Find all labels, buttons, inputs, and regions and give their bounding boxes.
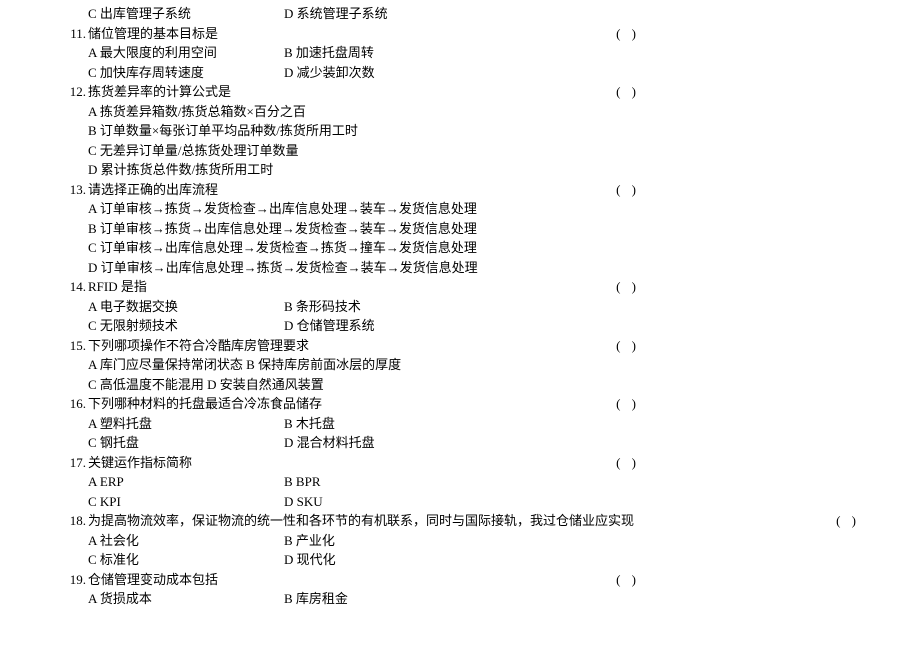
option-b: B BPR bbox=[284, 472, 321, 492]
question-17: 17. 关键运作指标简称 ( ) bbox=[60, 453, 640, 473]
option-row: A 最大限度的利用空间 B 加速托盘周转 bbox=[60, 43, 640, 63]
option-a: A 订单审核→拣货→发货检查→出库信息处理→装车→发货信息处理 bbox=[60, 199, 640, 219]
option-d: D 订单审核→出库信息处理→拣货→发货检查→装车→发货信息处理 bbox=[60, 258, 640, 278]
answer-blank: ( ) bbox=[616, 336, 640, 356]
answer-blank: ( ) bbox=[616, 180, 640, 200]
answer-blank: ( ) bbox=[836, 511, 860, 531]
option-row: A 塑料托盘 B 木托盘 bbox=[60, 414, 640, 434]
exam-content: C 出库管理子系统 D 系统管理子系统 11. 储位管理的基本目标是 ( ) A… bbox=[60, 4, 640, 609]
option-b: B 产业化 bbox=[284, 531, 335, 551]
answer-blank: ( ) bbox=[616, 570, 640, 590]
question-13: 13. 请选择正确的出库流程 ( ) bbox=[60, 180, 640, 200]
option-row: A 电子数据交换 B 条形码技术 bbox=[60, 297, 640, 317]
question-number: 15. bbox=[60, 336, 88, 356]
question-number: 17. bbox=[60, 453, 88, 473]
question-text: 下列哪种材料的托盘最适合冷冻食品储存 bbox=[88, 394, 322, 414]
question-16: 16. 下列哪种材料的托盘最适合冷冻食品储存 ( ) bbox=[60, 394, 640, 414]
answer-blank: ( ) bbox=[616, 82, 640, 102]
question-number: 13. bbox=[60, 180, 88, 200]
question-text: 仓储管理变动成本包括 bbox=[88, 570, 218, 590]
question-number: 19. bbox=[60, 570, 88, 590]
option-ab: A 库门应尽量保持常闭状态 B 保持库房前面冰层的厚度 bbox=[60, 355, 640, 375]
option-c: C 无差异订单量/总拣货处理订单数量 bbox=[60, 141, 640, 161]
question-15: 15. 下列哪项操作不符合冷酷库房管理要求 ( ) bbox=[60, 336, 640, 356]
option-d: D 混合材料托盘 bbox=[284, 433, 375, 453]
question-number: 14. bbox=[60, 277, 88, 297]
option-c: C 加快库存周转速度 bbox=[88, 63, 284, 83]
option-row: C 无限射频技术 D 仓储管理系统 bbox=[60, 316, 640, 336]
option-c: C 钢托盘 bbox=[88, 433, 284, 453]
option-c: C 订单审核→出库信息处理→发货检查→拣货→撞车→发货信息处理 bbox=[60, 238, 640, 258]
option-a: A 最大限度的利用空间 bbox=[88, 43, 284, 63]
question-text: 请选择正确的出库流程 bbox=[88, 180, 218, 200]
question-11: 11. 储位管理的基本目标是 ( ) bbox=[60, 24, 640, 44]
option-row: C 钢托盘 D 混合材料托盘 bbox=[60, 433, 640, 453]
question-text: 为提高物流效率，保证物流的统一性和各环节的有机联系，同时与国际接轨，我过仓储业应… bbox=[88, 511, 634, 531]
option-c: C 出库管理子系统 bbox=[88, 4, 284, 24]
option-a: A 货损成本 bbox=[88, 589, 284, 609]
answer-blank: ( ) bbox=[616, 453, 640, 473]
option-row: A ERP B BPR bbox=[60, 472, 640, 492]
option-b: B 条形码技术 bbox=[284, 297, 361, 317]
option-b: B 木托盘 bbox=[284, 414, 335, 434]
option-d: D 仓储管理系统 bbox=[284, 316, 375, 336]
option-b: B 订单数量×每张订单平均品种数/拣货所用工时 bbox=[60, 121, 640, 141]
option-b: B 订单审核→拣货→出库信息处理→发货检查→装车→发货信息处理 bbox=[60, 219, 640, 239]
option-c: C 标准化 bbox=[88, 550, 284, 570]
option-row: C 标准化 D 现代化 bbox=[60, 550, 640, 570]
option-a: A 社会化 bbox=[88, 531, 284, 551]
question-19: 19. 仓储管理变动成本包括 ( ) bbox=[60, 570, 640, 590]
option-d: D 现代化 bbox=[284, 550, 336, 570]
question-text: RFID 是指 bbox=[88, 277, 147, 297]
option-a: A 电子数据交换 bbox=[88, 297, 284, 317]
option-d: D 累计拣货总件数/拣货所用工时 bbox=[60, 160, 640, 180]
question-text: 储位管理的基本目标是 bbox=[88, 24, 218, 44]
answer-blank: ( ) bbox=[616, 394, 640, 414]
option-c: C KPI bbox=[88, 492, 284, 512]
question-number: 18. bbox=[60, 511, 88, 531]
question-12: 12. 拣货差异率的计算公式是 ( ) bbox=[60, 82, 640, 102]
option-row: C 加快库存周转速度 D 减少装卸次数 bbox=[60, 63, 640, 83]
question-number: 11. bbox=[60, 24, 88, 44]
answer-blank: ( ) bbox=[616, 277, 640, 297]
question-text: 关键运作指标简称 bbox=[88, 453, 192, 473]
pre-option-row: C 出库管理子系统 D 系统管理子系统 bbox=[60, 4, 640, 24]
option-d: D 系统管理子系统 bbox=[284, 4, 388, 24]
answer-blank: ( ) bbox=[616, 24, 640, 44]
option-row: C KPI D SKU bbox=[60, 492, 640, 512]
option-b: B 库房租金 bbox=[284, 589, 348, 609]
option-c: C 无限射频技术 bbox=[88, 316, 284, 336]
question-text: 下列哪项操作不符合冷酷库房管理要求 bbox=[88, 336, 309, 356]
option-a: A ERP bbox=[88, 472, 284, 492]
option-d: D SKU bbox=[284, 492, 323, 512]
question-14: 14. RFID 是指 ( ) bbox=[60, 277, 640, 297]
question-18: 18. 为提高物流效率，保证物流的统一性和各环节的有机联系，同时与国际接轨，我过… bbox=[60, 511, 860, 531]
question-number: 12. bbox=[60, 82, 88, 102]
option-a: A 塑料托盘 bbox=[88, 414, 284, 434]
option-row: A 货损成本 B 库房租金 bbox=[60, 589, 640, 609]
question-text: 拣货差异率的计算公式是 bbox=[88, 82, 231, 102]
option-row: A 社会化 B 产业化 bbox=[60, 531, 640, 551]
option-d: D 减少装卸次数 bbox=[284, 63, 375, 83]
option-a: A 拣货差异箱数/拣货总箱数×百分之百 bbox=[60, 102, 640, 122]
option-cd: C 高低温度不能混用 D 安装自然通风装置 bbox=[60, 375, 640, 395]
option-b: B 加速托盘周转 bbox=[284, 43, 374, 63]
question-number: 16. bbox=[60, 394, 88, 414]
